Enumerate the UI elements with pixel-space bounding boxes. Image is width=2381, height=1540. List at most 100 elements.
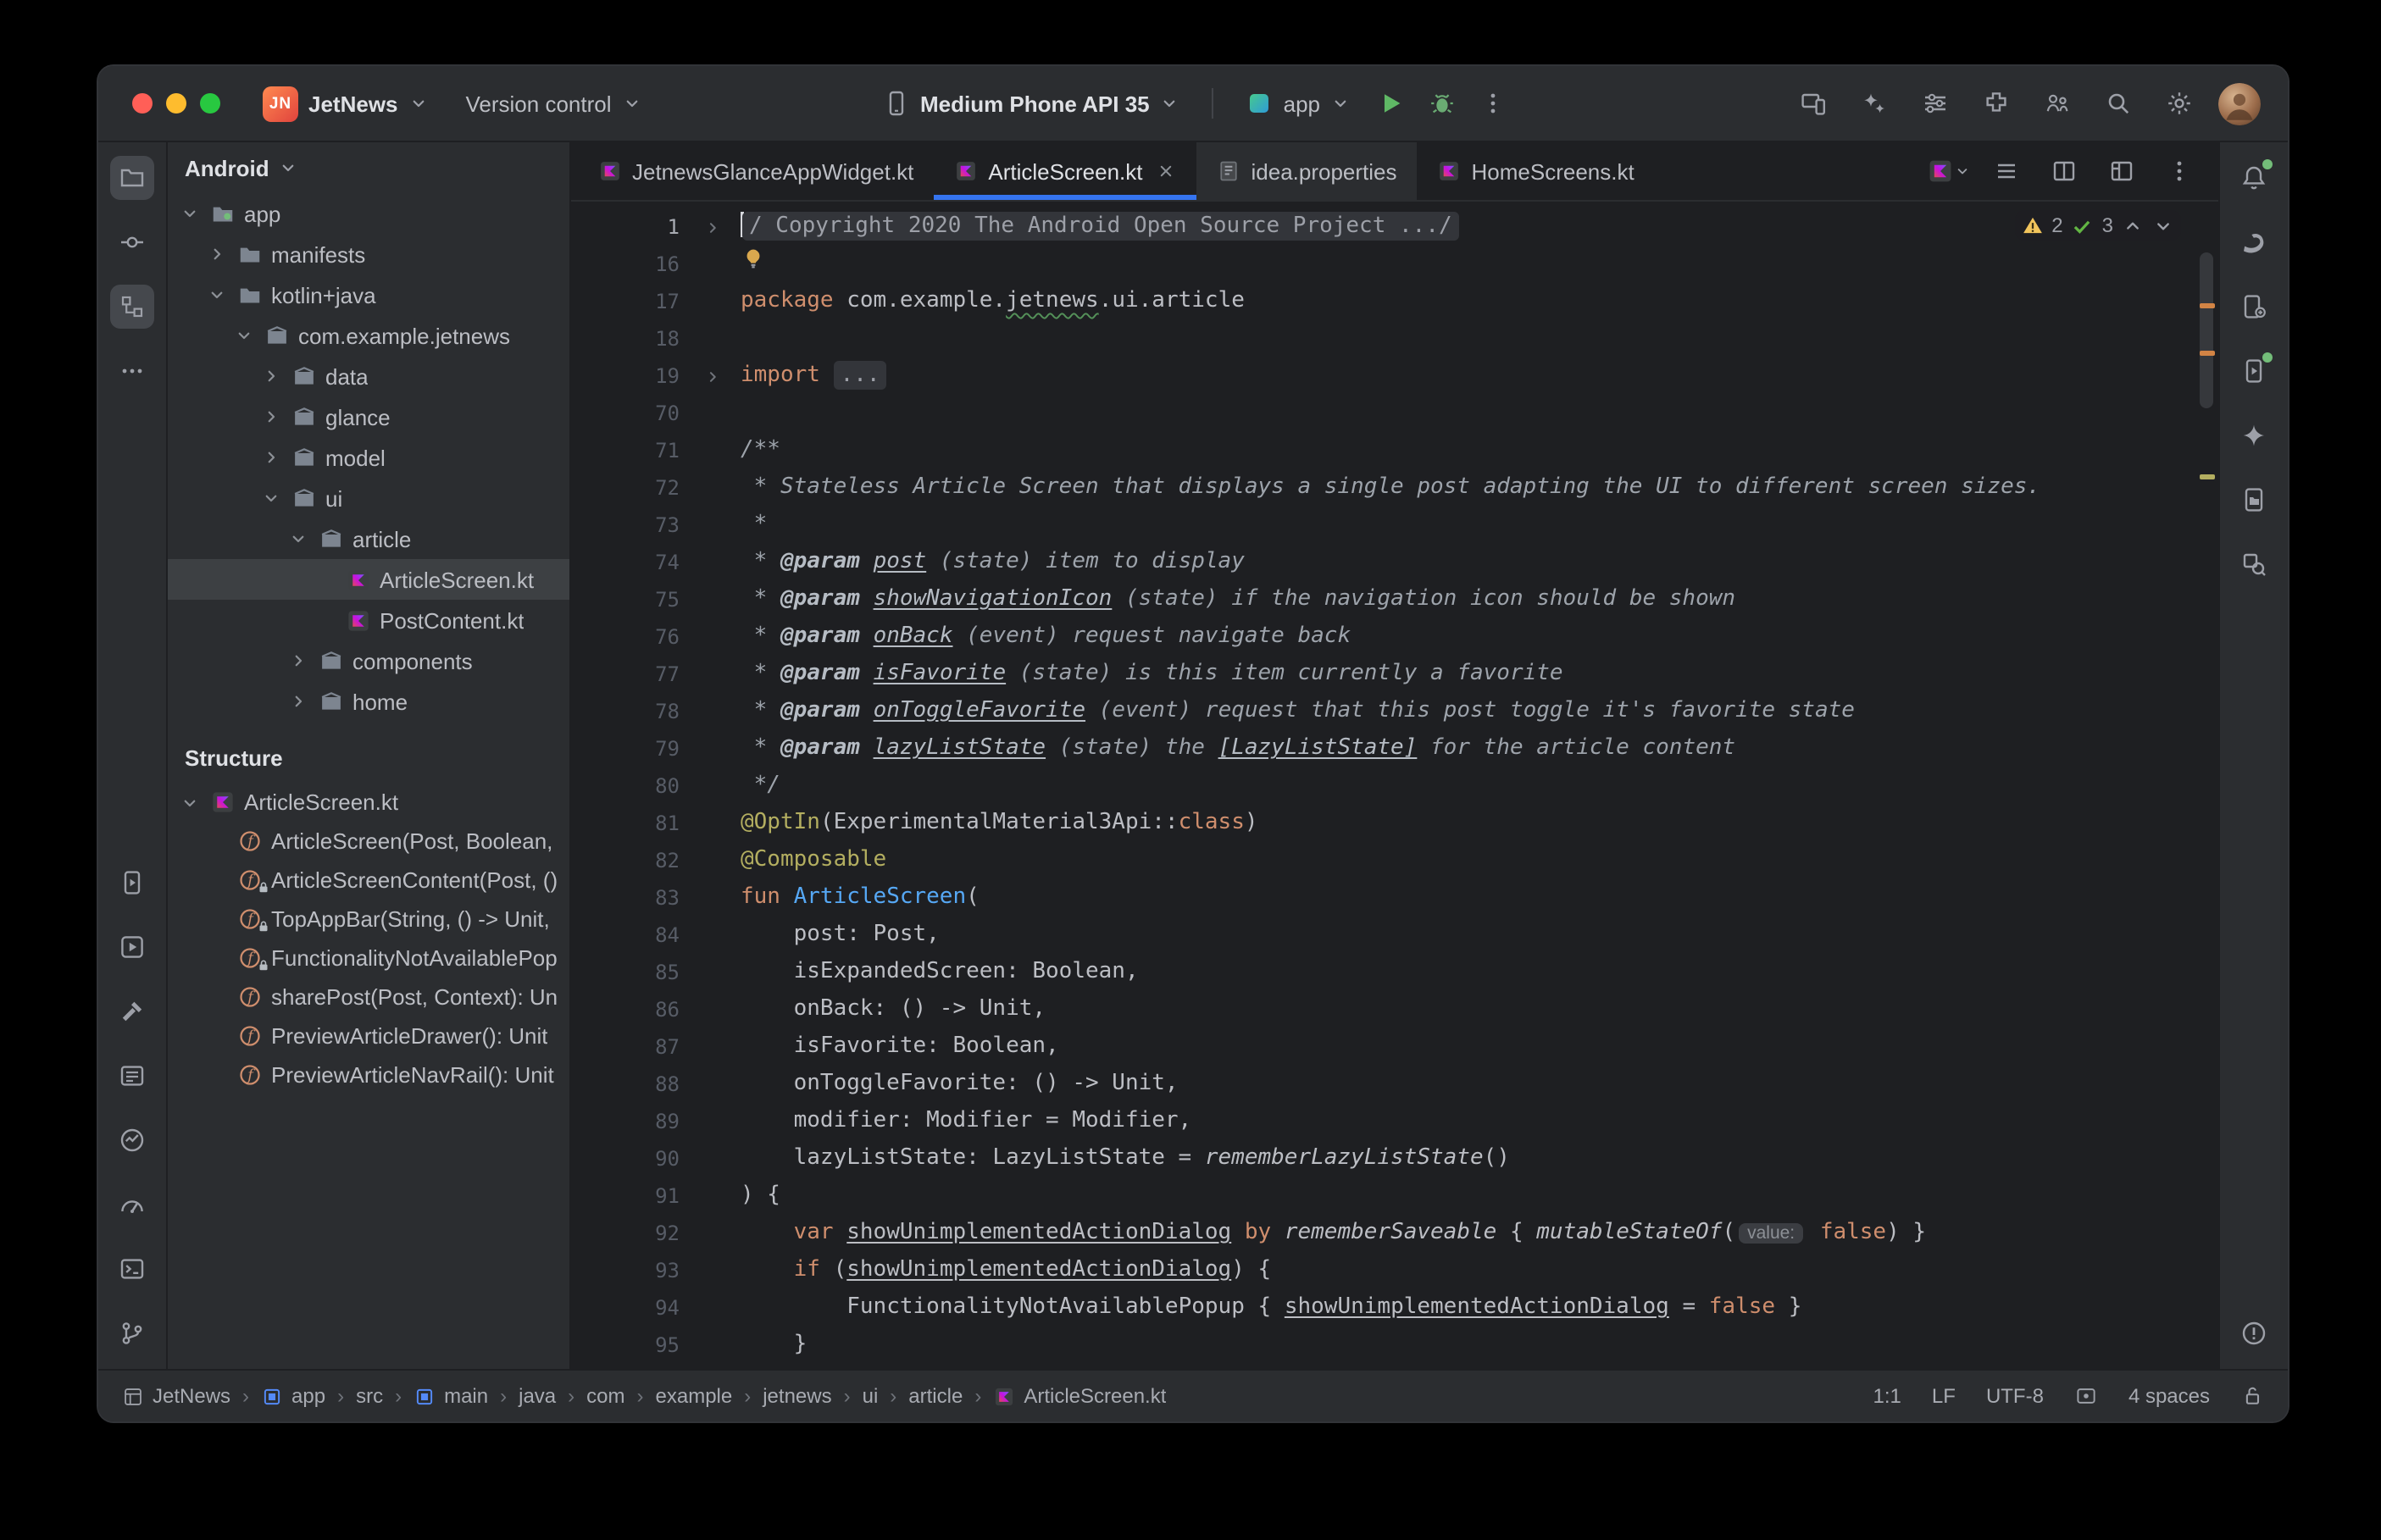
gradle-tool-button[interactable] (2232, 220, 2276, 264)
tree-toggle[interactable] (232, 325, 256, 346)
app-inspection-tool-button[interactable] (2232, 542, 2276, 586)
tree-item-kotlin-java[interactable]: kotlin+java (168, 274, 569, 315)
tree-item-postcontent-kt[interactable]: PostContent.kt (168, 600, 569, 640)
run-configuration-selector[interactable]: app (1235, 83, 1363, 124)
breadcrumb-main[interactable]: main (413, 1384, 488, 1408)
line-number[interactable]: 78 (571, 700, 683, 723)
tab-list-button[interactable] (1984, 149, 2029, 193)
tree-item-home[interactable]: home (168, 681, 569, 722)
line-number[interactable]: 86 (571, 998, 683, 1022)
tree-item-articlescreen-kt[interactable]: ArticleScreen.kt (168, 559, 569, 600)
tree-toggle[interactable] (286, 691, 310, 712)
code-line[interactable]: 80 */ (571, 767, 2218, 805)
tab-articlescreen-kt[interactable]: ArticleScreen.kt (934, 142, 1196, 200)
tree-toggle[interactable] (259, 447, 283, 468)
code-line[interactable]: 84 post: Post, (571, 917, 2218, 954)
tree-toggle[interactable] (205, 285, 229, 305)
tree-toggle[interactable] (178, 792, 202, 812)
structure-item-previewarticlenavrail-unit[interactable]: fPreviewArticleNavRail(): Unit (168, 1055, 569, 1094)
version-control-tool-button[interactable] (110, 1311, 154, 1355)
vcs-widget[interactable]: Version control (454, 84, 654, 123)
project-panel-header[interactable]: Android (168, 142, 569, 193)
tree-toggle[interactable] (259, 366, 283, 386)
code-line[interactable]: 77 * @param isFavorite (state) is this i… (571, 656, 2218, 693)
more-run-options-button[interactable] (1471, 81, 1515, 125)
code-with-me-button[interactable] (2035, 81, 2079, 125)
breadcrumb-article[interactable]: article (908, 1384, 963, 1408)
code-line[interactable]: 18 (571, 320, 2218, 357)
line-number[interactable]: 71 (571, 439, 683, 463)
line-number[interactable]: 84 (571, 923, 683, 947)
tab-idea-properties[interactable]: idea.properties (1197, 142, 1418, 200)
code-line[interactable]: 93 if (showUnimplementedActionDialog) { (571, 1252, 2218, 1289)
hidden-tabs-dropdown[interactable] (1927, 149, 1971, 193)
user-avatar[interactable] (2218, 82, 2261, 125)
line-number[interactable]: 80 (571, 774, 683, 798)
terminal-tool-button[interactable] (110, 1247, 154, 1291)
line-number[interactable]: 70 (571, 402, 683, 425)
tree-item-glance[interactable]: glance (168, 396, 569, 437)
line-number[interactable]: 91 (571, 1184, 683, 1208)
zoom-window-button[interactable] (200, 93, 220, 114)
line-number[interactable]: 19 (571, 364, 683, 388)
breadcrumb-app[interactable]: app (261, 1384, 325, 1408)
structure-item-articlescreen-kt[interactable]: ArticleScreen.kt (168, 783, 569, 822)
editor-layout-button[interactable] (2100, 149, 2144, 193)
line-number[interactable]: 17 (571, 290, 683, 313)
device-mirroring-button[interactable] (1791, 81, 1835, 125)
code-line[interactable]: 92 var showUnimplementedActionDialog by … (571, 1215, 2218, 1252)
line-number[interactable]: 75 (571, 588, 683, 612)
breadcrumb-ui[interactable]: ui (863, 1384, 879, 1408)
code-line[interactable]: 89 modifier: Modifier = Modifier, (571, 1103, 2218, 1140)
ai-assistant-button[interactable] (1852, 81, 1896, 125)
structure-item-articlescreen-post-boolean[interactable]: fArticleScreen(Post, Boolean, (168, 822, 569, 861)
code-line[interactable]: 86 onBack: () -> Unit, (571, 991, 2218, 1028)
line-number[interactable]: 76 (571, 625, 683, 649)
code-line[interactable]: 85 isExpandedScreen: Boolean, (571, 954, 2218, 991)
line-number[interactable]: 81 (571, 812, 683, 835)
code-line[interactable]: 81@OptIn(ExperimentalMaterial3Api::class… (571, 805, 2218, 842)
code-line[interactable]: 17package com.example.jetnews.ui.article (571, 283, 2218, 320)
device-file-explorer-tool-button[interactable] (2232, 478, 2276, 522)
build-tool-button[interactable] (110, 989, 154, 1033)
warning-stripe-mark[interactable] (2200, 303, 2215, 308)
code-line[interactable]: 78 * @param onToggleFavorite (event) req… (571, 693, 2218, 730)
line-number[interactable]: 18 (571, 327, 683, 351)
project-widget[interactable]: JN JetNews (251, 79, 441, 128)
code-line[interactable]: 75 * @param showNavigationIcon (state) i… (571, 581, 2218, 618)
line-number[interactable]: 16 (571, 252, 683, 276)
commit-tool-button[interactable] (110, 220, 154, 264)
code-editor[interactable]: 1/ Copyright 2020 The Android Open Sourc… (571, 202, 2218, 1369)
prev-problem-chevron-up-icon[interactable] (2122, 214, 2144, 236)
line-number[interactable]: 93 (571, 1259, 683, 1282)
code-line[interactable]: 88 onToggleFavorite: () -> Unit, (571, 1066, 2218, 1103)
code-line[interactable]: 72 * Stateless Article Screen that displ… (571, 469, 2218, 507)
more-tool-windows-tool-button[interactable] (110, 349, 154, 393)
code-line[interactable]: 76 * @param onBack (event) request navig… (571, 618, 2218, 656)
structure-item-functionalitynotavailablepop[interactable]: fFunctionalityNotAvailablePop (168, 939, 569, 978)
editor-scrollbar[interactable] (2195, 202, 2218, 1369)
read-only-toggle-widget[interactable] (2240, 1384, 2264, 1408)
notifications-tool-button[interactable] (2232, 156, 2276, 200)
split-editor-button[interactable] (2042, 149, 2086, 193)
inspections-widget[interactable]: 2 3 (2014, 210, 2181, 241)
code-line[interactable]: 94 FunctionalityNotAvailablePopup { show… (571, 1289, 2218, 1327)
code-line[interactable]: 83fun ArticleScreen( (571, 879, 2218, 917)
warning-stripe-mark[interactable] (2200, 474, 2215, 479)
breadcrumb-articlescreen-kt[interactable]: ArticleScreen.kt (993, 1384, 1166, 1408)
line-number[interactable]: 74 (571, 551, 683, 574)
tree-item-article[interactable]: article (168, 518, 569, 559)
code-line[interactable]: 79 * @param lazyListState (state) the [L… (571, 730, 2218, 767)
app-quality-insights-tool-button[interactable] (110, 1118, 154, 1162)
project-tool-button[interactable] (110, 156, 154, 200)
tab-homescreens-kt[interactable]: HomeScreens.kt (1418, 142, 1655, 200)
running-devices-tool-button[interactable] (2232, 349, 2276, 393)
code-line[interactable]: 74 * @param post (state) item to display (571, 544, 2218, 581)
code-line[interactable]: 95 } (571, 1327, 2218, 1364)
profiler-tool-button[interactable] (110, 1183, 154, 1227)
caret-position-widget[interactable]: 1:1 (1873, 1384, 1901, 1408)
tree-toggle[interactable] (259, 488, 283, 508)
inspections-button[interactable] (1913, 81, 1957, 125)
device-manager-tool-button[interactable] (2232, 285, 2276, 329)
code-line[interactable]: 82@Composable (571, 842, 2218, 879)
